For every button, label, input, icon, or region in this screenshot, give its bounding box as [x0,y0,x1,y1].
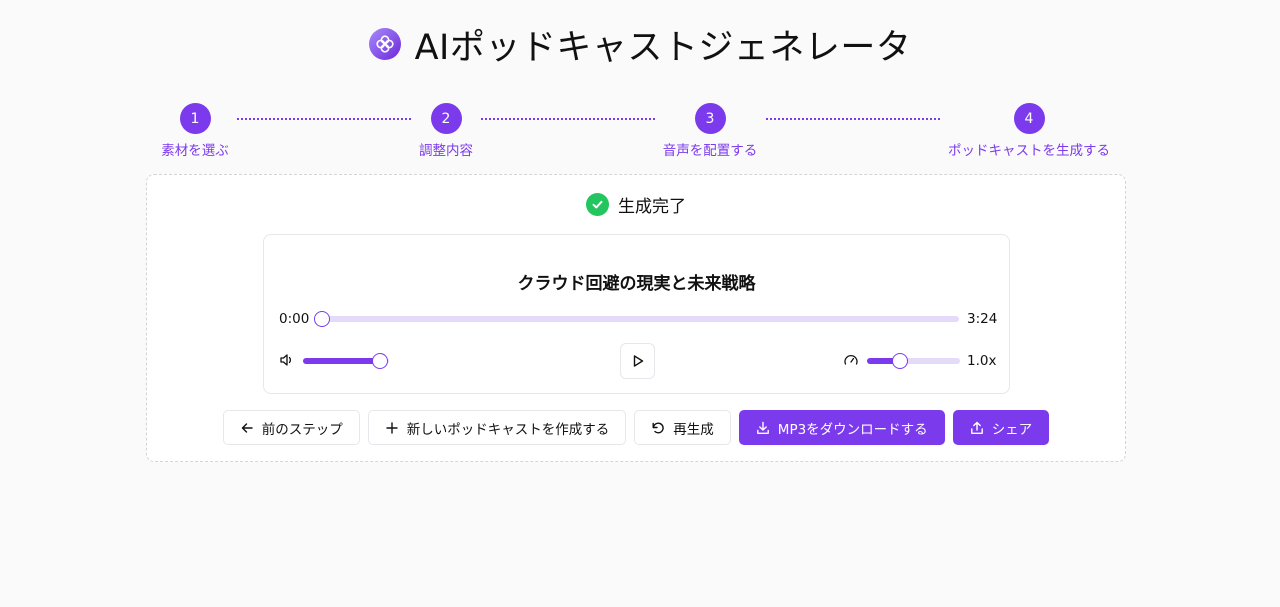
step-2[interactable]: 2 調整内容 [396,103,496,159]
play-icon [633,355,643,367]
speed-slider-thumb[interactable] [892,353,908,369]
step-number: 2 [430,103,462,134]
download-icon [756,421,769,434]
download-mp3-button[interactable]: MP3をダウンロードする [738,410,945,445]
step-label: ポッドキャストを生成する [948,143,1110,159]
rotate-ccw-icon [652,422,664,433]
volume-slider[interactable] [303,353,389,369]
step-1[interactable]: 1 素材を選ぶ [145,103,245,159]
step-number: 1 [179,103,211,134]
share-button[interactable]: シェア [952,410,1050,445]
step-label: 素材を選ぶ [161,143,229,159]
arrow-left-icon [241,422,253,433]
new-podcast-button-label: 新しいポッドキャストを作成する [406,421,610,438]
seek-slider-thumb[interactable] [314,311,330,327]
new-podcast-button[interactable]: 新しいポッドキャストを作成する [367,410,627,445]
regenerate-button[interactable]: 再生成 [634,410,731,445]
speed-value: 1.0x [967,353,997,369]
step-connector [766,118,940,120]
volume-icon[interactable] [279,352,295,368]
step-label: 調整内容 [419,143,473,159]
audio-player: クラウド回避の現実と未来戦略 0:00 3:24 1.0x [263,234,1010,394]
status-text: 生成完了 [618,197,686,217]
episode-title: クラウド回避の現実と未来戦略 [517,274,756,294]
share-button-label: シェア [991,421,1033,438]
step-number: 4 [1013,103,1045,134]
flower-logo-icon [368,28,401,60]
seek-slider[interactable] [314,311,959,327]
action-bar: 前のステップ 新しいポッドキャストを作成する 再生成 MP3をダウンロードする [147,410,1125,445]
share-icon [970,421,983,434]
step-connector [481,118,655,120]
play-button[interactable] [620,343,655,379]
speed-slider[interactable] [867,353,960,369]
current-time: 0:00 [279,311,310,327]
back-button-label: 前のステップ [261,421,343,438]
page-title: AIポッドキャストジェネレータ [414,27,912,68]
volume-slider-fill [303,358,380,364]
back-button[interactable]: 前のステップ [222,410,360,445]
result-panel: 生成完了 クラウド回避の現実と未来戦略 0:00 3:24 1.0x 前のステッ… [146,174,1126,462]
step-connector [237,118,411,120]
step-number: 3 [694,103,726,134]
step-4[interactable]: 4 ポッドキャストを生成する [939,103,1119,159]
completion-status: 生成完了 [147,192,1125,217]
app-header: AIポッドキャストジェネレータ [0,22,1280,68]
step-label: 音声を配置する [662,143,758,159]
progress-stepper: 1 素材を選ぶ 2 調整内容 3 音声を配置する 4 ポッドキャストを生成する [0,103,1280,159]
duration-time: 3:24 [967,311,998,327]
speedometer-icon [843,352,859,368]
regenerate-button-label: 再生成 [673,421,714,438]
volume-slider-thumb[interactable] [372,353,388,369]
step-3[interactable]: 3 音声を配置する [650,103,770,159]
plus-icon [386,421,398,434]
check-circle-icon [586,193,609,216]
download-mp3-button-label: MP3をダウンロードする [777,421,928,438]
